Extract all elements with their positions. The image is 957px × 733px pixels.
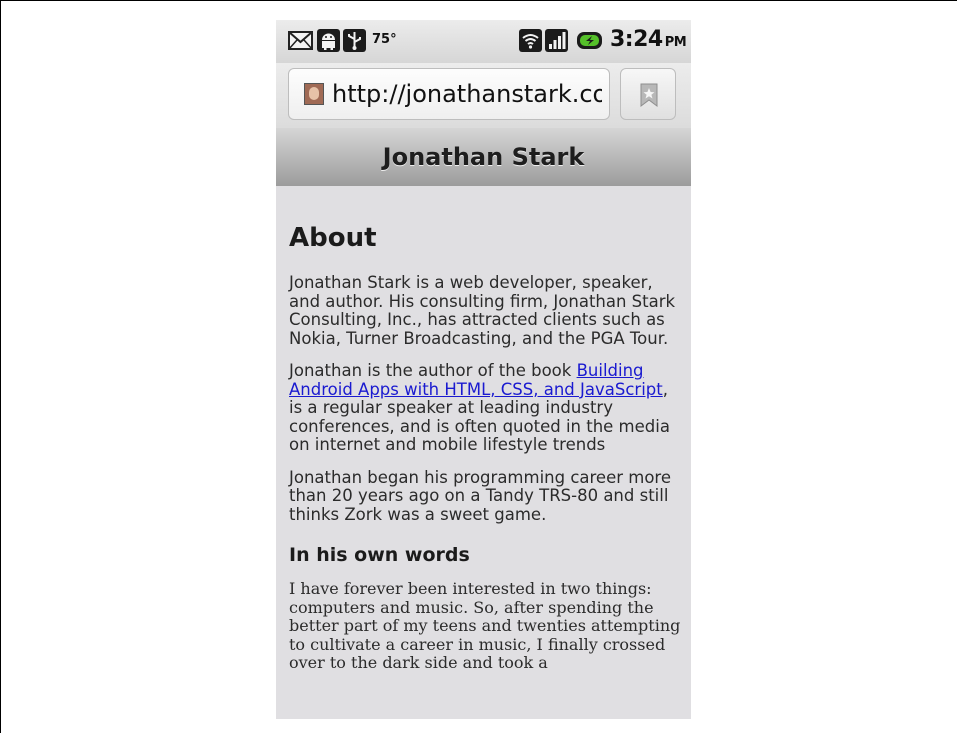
own-words-paragraph: I have forever been interested in two th… (289, 579, 681, 672)
favicon-icon (304, 83, 324, 105)
clock-time: 3:24 (610, 27, 663, 52)
clock-ampm: PM (664, 35, 687, 50)
bio-paragraph-2: Jonathan is the author of the book Build… (289, 361, 681, 455)
usb-icon (343, 29, 366, 52)
bookmark-star-icon (640, 83, 658, 107)
status-bar: 75° 3:24 PM (276, 20, 691, 63)
temperature-text: 75° (372, 32, 397, 47)
phone-screen: 75° 3:24 PM http://jonathanstark.co... J… (276, 20, 691, 719)
page-header: Jonathan Stark (276, 128, 691, 186)
android-debug-icon (317, 29, 340, 52)
frame-top-border (0, 0, 957, 1)
battery-charging-icon (577, 32, 602, 49)
wifi-icon (519, 29, 542, 52)
url-text: http://jonathanstark.co... (332, 80, 602, 108)
bookmark-button[interactable] (620, 68, 676, 120)
clock: 3:24 PM (610, 27, 687, 52)
signal-icon (545, 29, 568, 52)
page-title: Jonathan Stark (382, 143, 585, 171)
bio-paragraph-2-lead: Jonathan is the author of the book (289, 361, 577, 380)
page-content: About Jonathan Stark is a web developer,… (289, 186, 681, 673)
bio-paragraph-1: Jonathan Stark is a web developer, speak… (289, 273, 676, 348)
about-heading: About (289, 223, 377, 253)
gmail-icon (288, 31, 313, 50)
bio-paragraph-3: Jonathan began his programming career mo… (289, 467, 672, 524)
url-field[interactable]: http://jonathanstark.co... (288, 68, 610, 120)
frame-left-border (0, 0, 1, 733)
browser-url-bar: http://jonathanstark.co... (276, 63, 691, 128)
own-words-heading: In his own words (289, 544, 470, 566)
